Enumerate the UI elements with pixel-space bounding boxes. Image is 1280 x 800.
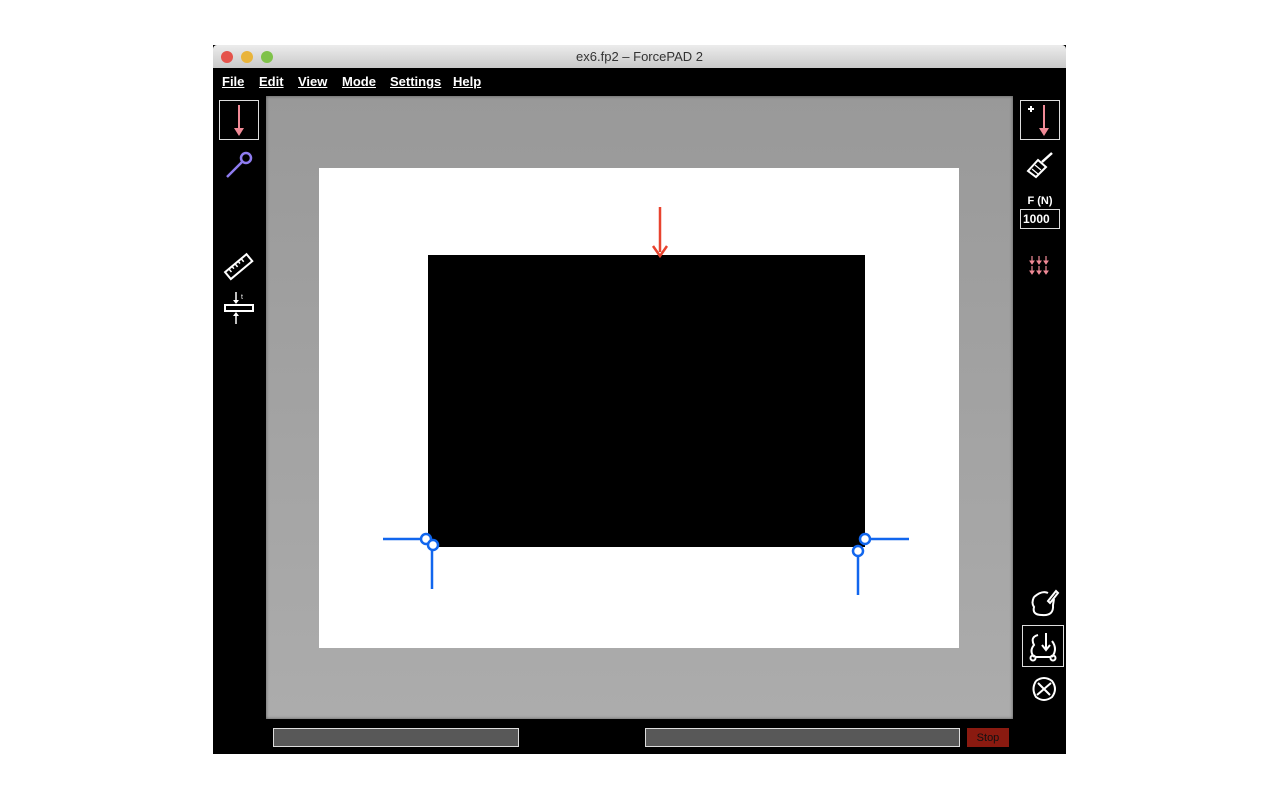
svg-text:t: t	[241, 294, 243, 301]
menu-help[interactable]: Help	[453, 74, 481, 89]
constraint-tool-button[interactable]	[219, 145, 259, 185]
thickness-icon: t	[224, 292, 254, 324]
add-force-button[interactable]	[1020, 100, 1060, 140]
force-tool-button[interactable]	[219, 100, 259, 140]
stress-view-button[interactable]	[1024, 669, 1064, 709]
add-force-icon	[1028, 105, 1049, 136]
stress-icon	[1032, 677, 1056, 701]
app-window: ex6.fp2 – ForcePAD 2 File Edit View Mode…	[213, 45, 1066, 754]
distributed-force-button[interactable]	[1020, 246, 1060, 286]
force-label: F (N)	[1027, 195, 1053, 207]
distributed-force-icon	[1029, 255, 1049, 275]
measure-tool-button[interactable]	[219, 247, 259, 287]
menu-file[interactable]: File	[222, 74, 244, 89]
menu-mode[interactable]: Mode	[342, 74, 376, 89]
drawing-canvas[interactable]	[266, 96, 1013, 719]
structure-drawing	[319, 168, 959, 648]
force-value-input[interactable]: 1000	[1020, 209, 1060, 229]
thickness-tool-button[interactable]: t	[219, 288, 259, 328]
status-field-left	[273, 728, 519, 747]
optimize-icon	[1029, 633, 1057, 662]
material-block	[428, 255, 865, 547]
progress-field	[645, 728, 960, 747]
draw-shape-icon	[1031, 589, 1060, 617]
title-bar: ex6.fp2 – ForcePAD 2	[213, 45, 1066, 68]
window-title: ex6.fp2 – ForcePAD 2	[576, 49, 703, 64]
menu-edit[interactable]: Edit	[259, 74, 284, 89]
menu-settings[interactable]: Settings	[390, 74, 441, 89]
menu-bar: File Edit View Mode Settings Help	[213, 68, 1066, 95]
optimize-button[interactable]	[1022, 625, 1064, 667]
pin-icon	[226, 151, 253, 178]
down-arrow-icon	[234, 105, 244, 136]
broom-icon	[1026, 152, 1053, 179]
menu-view[interactable]: View	[298, 74, 327, 89]
ruler-icon	[223, 252, 254, 281]
draw-shape-button[interactable]	[1024, 583, 1064, 623]
stop-button[interactable]: Stop	[967, 728, 1009, 747]
clear-button[interactable]	[1020, 145, 1060, 185]
